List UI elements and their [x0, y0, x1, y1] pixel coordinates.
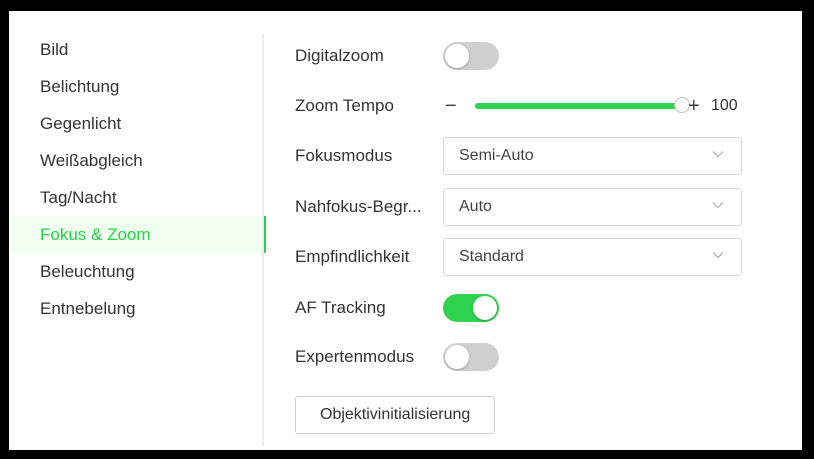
fokusmodus-label: Fokusmodus	[295, 146, 393, 165]
row-zoom-tempo: Zoom Tempo − + 100	[295, 86, 765, 126]
toggle-knob	[473, 296, 497, 320]
objektivinitialisierung-button[interactable]: Objektivinitialisierung	[295, 396, 496, 434]
nahfokus-value: Auto	[459, 198, 492, 215]
toggle-knob	[445, 345, 469, 369]
sidebar-divider	[262, 34, 264, 446]
chevron-down-icon	[712, 252, 724, 259]
fokusmodus-value: Semi-Auto	[459, 147, 534, 164]
digitalzoom-toggle[interactable]	[443, 42, 499, 70]
nahfokus-select[interactable]: Auto	[443, 188, 742, 226]
expertenmodus-label: Expertenmodus	[295, 347, 415, 366]
slider-track[interactable]	[475, 97, 690, 113]
empfindlichkeit-value: Standard	[459, 248, 524, 265]
fokusmodus-select[interactable]: Semi-Auto	[443, 137, 742, 175]
sidebar-item-gegenlicht[interactable]: Gegenlicht	[9, 105, 264, 142]
row-expertenmodus: Expertenmodus	[295, 337, 765, 377]
row-fokusmodus: Fokusmodus Semi-Auto	[295, 136, 765, 176]
chevron-down-icon	[712, 151, 724, 158]
settings-panel: Bild Belichtung Gegenlicht Weißabgleich Tag/…	[9, 11, 802, 450]
sidebar-item-weißabgleich[interactable]: Weißabgleich	[9, 142, 264, 179]
minus-icon[interactable]: −	[445, 94, 457, 118]
row-digitalzoom: Digitalzoom	[295, 36, 765, 76]
nahfokus-label: Nahfokus-Begr...	[295, 197, 422, 216]
row-af-tracking: AF Tracking	[295, 288, 765, 328]
zoom-tempo-value: 100	[711, 97, 738, 114]
plus-icon[interactable]: +	[688, 94, 700, 118]
empfindlichkeit-select[interactable]: Standard	[443, 238, 742, 276]
toggle-knob	[445, 44, 469, 68]
af-tracking-toggle[interactable]	[443, 294, 499, 322]
sidebar-item-fokus-zoom[interactable]: Fokus & Zoom	[9, 216, 266, 253]
sidebar-item-entnebelung[interactable]: Entnebelung	[9, 290, 264, 327]
empfindlichkeit-label: Empfindlichkeit	[295, 247, 410, 266]
sidebar-item-bild[interactable]: Bild	[9, 31, 264, 68]
zoom-tempo-label: Zoom Tempo	[295, 96, 394, 115]
sidebar-item-tag-nacht[interactable]: Tag/Nacht	[9, 179, 264, 216]
expertenmodus-toggle[interactable]	[443, 343, 499, 371]
zoom-tempo-slider: − + 100	[443, 94, 763, 118]
row-nahfokus: Nahfokus-Begr... Auto	[295, 187, 765, 227]
sidebar-item-beleuchtung[interactable]: Beleuchtung	[9, 253, 264, 290]
row-empfindlichkeit: Empfindlichkeit Standard	[295, 237, 765, 277]
sidebar-item-belichtung[interactable]: Belichtung	[9, 68, 264, 105]
af-tracking-label: AF Tracking	[295, 298, 386, 317]
digitalzoom-label: Digitalzoom	[295, 46, 384, 65]
slider-fill	[475, 103, 682, 109]
sidebar-nav: Bild Belichtung Gegenlicht Weißabgleich Tag/…	[9, 31, 266, 327]
chevron-down-icon	[712, 202, 724, 209]
